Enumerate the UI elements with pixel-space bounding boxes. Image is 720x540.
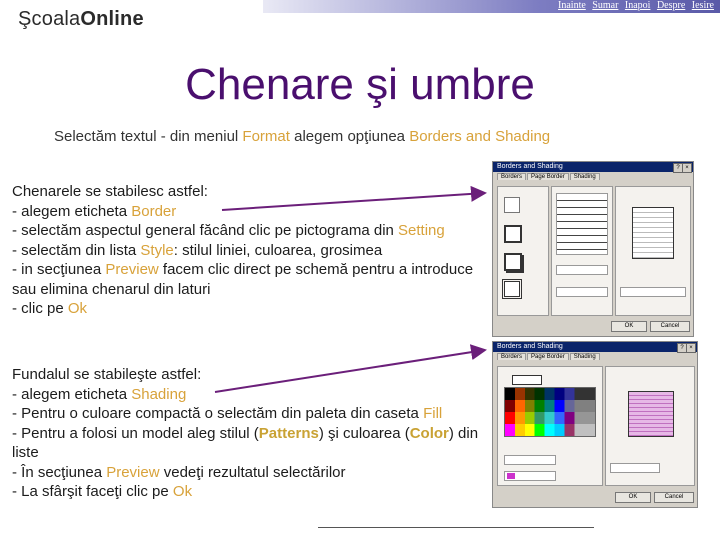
- d2-ok-button: OK: [615, 492, 651, 503]
- dialog2-close-icon: ×: [686, 343, 696, 353]
- d1-preview-diagram: [632, 207, 674, 259]
- d2-tab-borders: Borders: [497, 353, 527, 360]
- dialog1-close-icon: ×: [682, 163, 692, 173]
- d1-setting-shadow-icon: [504, 253, 522, 271]
- borders-dialog-tabs: Borders Page Border Shading: [493, 172, 693, 182]
- arrow-to-shading-dialog: [214, 344, 487, 393]
- bottom-divider: [318, 527, 594, 528]
- d2-color-palette: [504, 387, 596, 437]
- shading-dialog-tabs: Borders Page Border Shading: [493, 352, 697, 362]
- d2-preview-diagram: [628, 391, 674, 437]
- d1-cancel-button: Cancel: [650, 321, 690, 332]
- d1-width-dropdown: [556, 287, 608, 297]
- borders-dialog-caption: Borders and Shading: [493, 162, 693, 172]
- d2-style-dropdown: [504, 455, 556, 465]
- d1-setting-3d-icon: [502, 279, 522, 299]
- d1-style-panel: [551, 186, 613, 316]
- shading-dialog-screenshot: Borders and Shading ? × Borders Page Bord…: [492, 341, 698, 508]
- d2-fill-none-box: [512, 375, 542, 385]
- d2-color-dropdown: [504, 471, 556, 481]
- d2-tab-shading: Shading: [569, 353, 600, 360]
- d1-color-dropdown: [556, 265, 608, 275]
- shading-dialog-caption: Borders and Shading: [493, 342, 697, 352]
- d2-apply-dropdown: [610, 463, 660, 473]
- d2-fill-panel: [497, 366, 603, 486]
- d1-ok-button: OK: [611, 321, 647, 332]
- d1-tab-page-border: Page Border: [527, 173, 569, 180]
- d1-setting-panel: [497, 186, 549, 316]
- arrow-to-borders-dialog: [221, 185, 487, 211]
- d2-color-swatch: [507, 473, 515, 479]
- d1-setting-box-icon: [504, 225, 522, 243]
- d1-preview-panel: [615, 186, 691, 316]
- d2-tab-page-border: Page Border: [527, 353, 569, 360]
- d1-apply-dropdown: [620, 287, 686, 297]
- d2-preview-panel: [605, 366, 695, 486]
- d1-style-list: [556, 193, 608, 255]
- d1-tab-borders: Borders: [497, 173, 527, 180]
- d1-setting-none-icon: [504, 197, 520, 213]
- borders-dialog-screenshot: Borders and Shading ? × Borders Page Bord…: [492, 161, 694, 337]
- d1-tab-shading: Shading: [569, 173, 600, 180]
- d2-cancel-button: Cancel: [654, 492, 694, 503]
